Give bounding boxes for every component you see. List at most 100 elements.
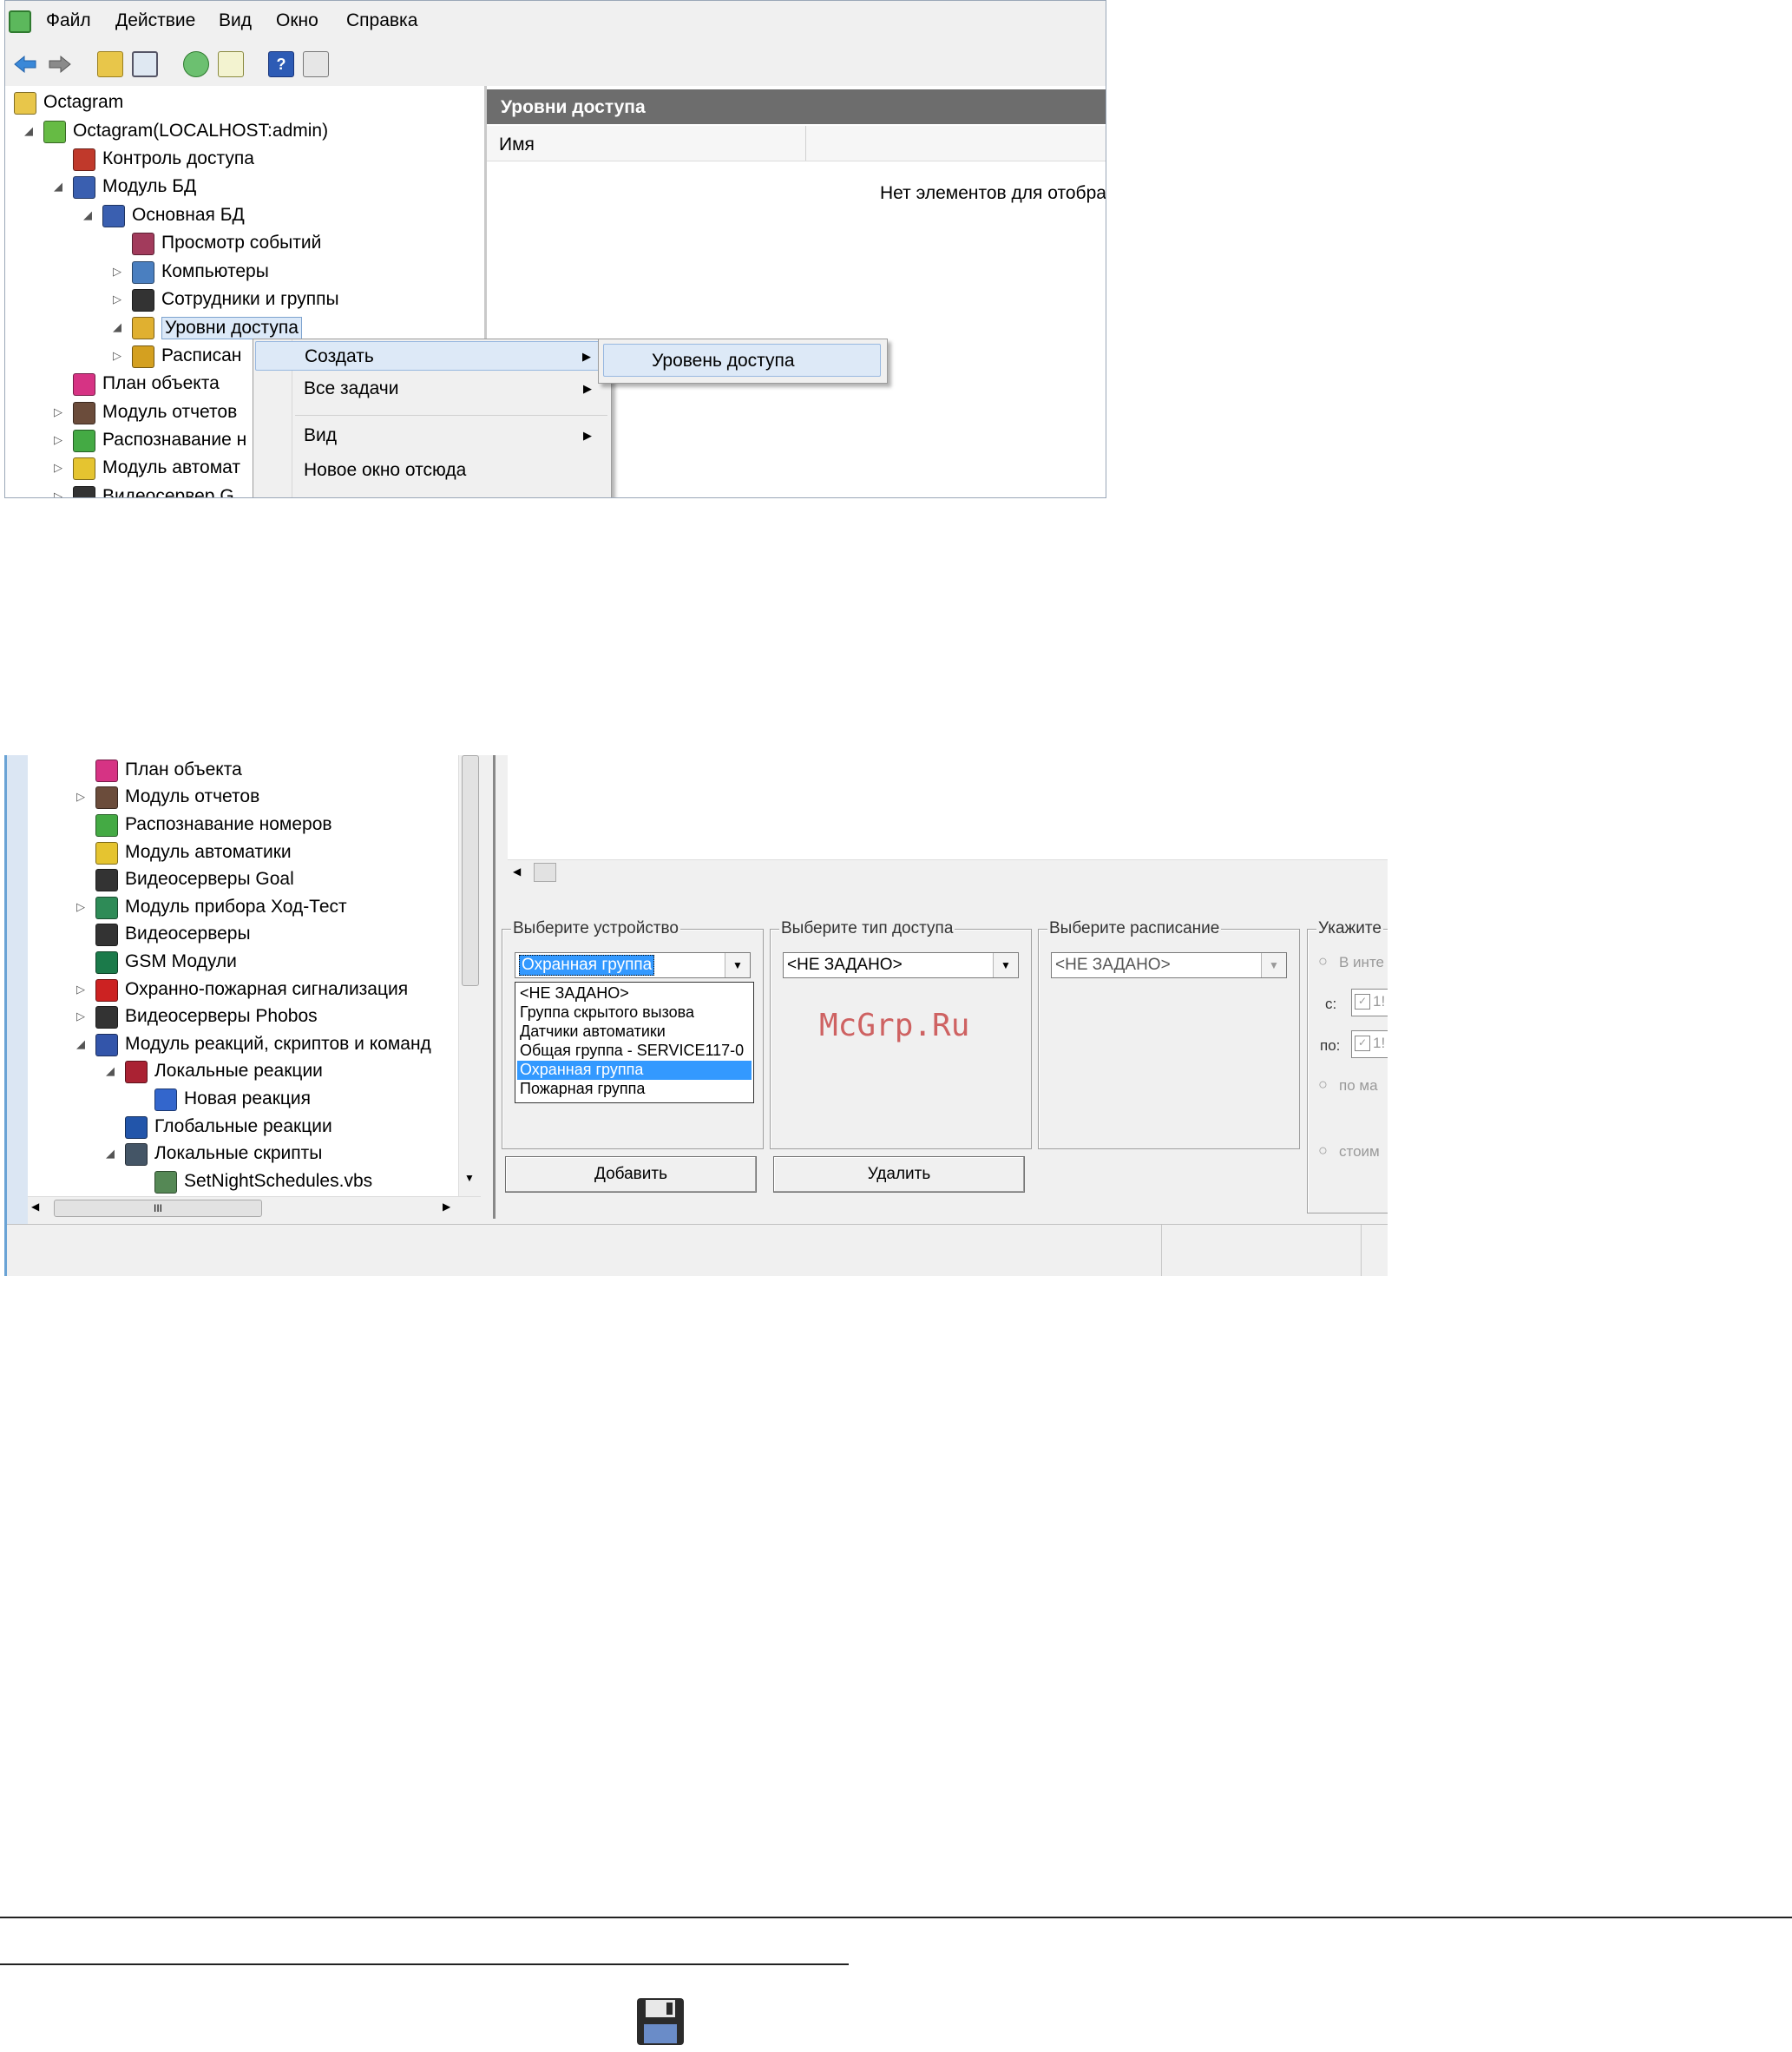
scroll-grip: III <box>153 1202 162 1214</box>
menu-item-new-window[interactable]: Новое окно отсюда <box>255 456 607 485</box>
tree-node[interactable]: Octagram <box>5 89 484 117</box>
add-button[interactable]: Добавить <box>505 1156 757 1193</box>
tree-node-label: План объекта <box>102 373 220 394</box>
tree-node[interactable]: Просмотр событий <box>5 230 484 258</box>
empty-list-message: Нет элементов для отобра <box>880 183 1106 203</box>
expand-arrow-icon[interactable]: ▷ <box>54 461 62 475</box>
tree-node[interactable]: ◢ Локальные скрипты <box>28 1141 479 1168</box>
tree-node[interactable]: ▷ Видеосерверы Phobos <box>28 1003 479 1031</box>
tree-node[interactable]: ◢ Основная БД <box>5 202 484 230</box>
column-divider[interactable] <box>805 126 806 161</box>
tree-node[interactable]: Новая реакция <box>28 1086 479 1114</box>
expand-arrow-icon[interactable]: ▷ <box>113 265 121 279</box>
expand-arrow-icon[interactable]: ▷ <box>76 790 85 804</box>
expand-arrow-icon[interactable]: ▷ <box>113 293 121 306</box>
list-scroll-thumb[interactable] <box>534 863 556 882</box>
tree-node[interactable]: Модуль автоматики <box>28 839 479 867</box>
column-header[interactable]: Имя <box>487 126 1106 161</box>
device-option[interactable]: Группа скрытого вызова <box>517 1003 752 1023</box>
dropdown-arrow-icon[interactable]: ▼ <box>1261 953 1286 977</box>
delete-button[interactable]: Удалить <box>773 1156 1025 1193</box>
menu-file[interactable]: Файл <box>46 10 91 31</box>
menu-window[interactable]: Окно <box>276 10 318 31</box>
collapse-arrow-icon[interactable]: ◢ <box>54 180 62 194</box>
device-option[interactable]: Пожарная группа <box>517 1080 752 1099</box>
tree-node[interactable]: План объекта <box>28 757 479 785</box>
collapse-arrow-icon[interactable]: ◢ <box>106 1147 115 1161</box>
menu-action[interactable]: Действие <box>115 10 195 31</box>
tree-node[interactable]: ◢ Модуль реакций, скриптов и команд <box>28 1031 479 1059</box>
tree-node[interactable]: ▷ Охранно-пожарная сигнализация <box>28 977 479 1004</box>
from-date-checkbox[interactable]: ✓ <box>1355 994 1370 1010</box>
device-option-selected[interactable]: Охранная группа <box>517 1061 752 1080</box>
radio-max-button[interactable]: ○ <box>1318 1075 1328 1094</box>
collapse-arrow-icon[interactable]: ◢ <box>24 124 33 138</box>
dropdown-arrow-icon[interactable]: ▼ <box>993 953 1018 977</box>
tree-node[interactable]: ◢ Octagram(LOCALHOST:admin) <box>5 117 484 145</box>
tree-node[interactable]: SetNightSchedules.vbs <box>28 1168 479 1196</box>
device-combobox[interactable]: Охранная группа ▼ <box>515 952 751 978</box>
device-option[interactable]: Датчики автоматики <box>517 1023 752 1042</box>
expand-arrow-icon[interactable]: ▷ <box>54 433 62 447</box>
collapse-arrow-icon[interactable]: ◢ <box>83 208 92 222</box>
back-arrow-icon[interactable] <box>12 51 38 77</box>
export-list-icon[interactable] <box>218 51 244 77</box>
submenu-item-access-level[interactable]: Уровень доступа <box>603 344 881 377</box>
to-date-field[interactable]: ✓ 1! <box>1351 1030 1388 1058</box>
expand-arrow-icon[interactable]: ▷ <box>76 1010 85 1023</box>
scroll-left-arrow-icon[interactable]: ◀ <box>31 1200 39 1213</box>
vertical-scroll-thumb[interactable] <box>462 755 479 986</box>
menu-view[interactable]: Вид <box>219 10 252 31</box>
tree-node[interactable]: ▷ Модуль прибора Ход-Тест <box>28 894 479 922</box>
tree-node[interactable]: Контроль доступа <box>5 146 484 174</box>
app-gear-icon[interactable] <box>9 10 31 33</box>
radio-interval-button[interactable]: ○ <box>1318 952 1328 970</box>
to-date-checkbox[interactable]: ✓ <box>1355 1036 1370 1051</box>
collapse-arrow-icon[interactable]: ◢ <box>113 320 121 334</box>
radio-cost-button[interactable]: ○ <box>1318 1141 1328 1160</box>
tree-vertical-scrollbar[interactable]: ▼ <box>458 755 482 1196</box>
collapse-arrow-icon[interactable]: ◢ <box>106 1064 115 1078</box>
dropdown-arrow-icon[interactable]: ▼ <box>725 953 750 977</box>
device-option[interactable]: Общая группа - SERVICE117-0 <box>517 1042 752 1061</box>
help-icon[interactable]: ? <box>268 51 294 77</box>
scroll-down-arrow-icon[interactable]: ▼ <box>464 1172 475 1184</box>
expand-arrow-icon[interactable]: ▷ <box>76 900 85 914</box>
show-tree-icon[interactable] <box>132 51 158 77</box>
plate-recognition-icon <box>95 813 118 837</box>
menu-help[interactable]: Справка <box>346 10 417 31</box>
expand-arrow-icon[interactable]: ▷ <box>54 490 62 497</box>
collapse-arrow-icon[interactable]: ◢ <box>76 1037 85 1051</box>
tree-node[interactable]: Видеосерверы Goal <box>28 866 479 894</box>
tree-node[interactable]: ◢ Модуль БД <box>5 174 484 201</box>
tree-node[interactable]: Глобальные реакции <box>28 1114 479 1141</box>
forward-arrow-icon[interactable] <box>47 51 73 77</box>
access-type-combobox[interactable]: <НЕ ЗАДАНО> ▼ <box>783 952 1019 978</box>
rules-list[interactable]: ◀ <box>508 755 1388 885</box>
tree-node[interactable]: ▷ Модуль отчетов <box>28 785 479 812</box>
camera-icon <box>73 485 95 497</box>
up-folder-icon[interactable] <box>97 51 123 77</box>
refresh-icon[interactable] <box>183 51 209 77</box>
menu-item-view[interactable]: Вид ▶ <box>255 421 607 451</box>
horizontal-scroll-thumb[interactable]: III <box>54 1200 262 1217</box>
tree-node[interactable]: ◢ Локальные реакции <box>28 1059 479 1087</box>
schedule-combobox[interactable]: <НЕ ЗАДАНО> ▼ <box>1051 952 1287 978</box>
tree-node[interactable]: Распознавание номеров <box>28 812 479 839</box>
tree-node[interactable]: ▷ Сотрудники и группы <box>5 286 484 314</box>
list-horizontal-scrollbar[interactable]: ◀ <box>508 859 1388 885</box>
properties-pane-icon[interactable] <box>303 51 329 77</box>
tree-node[interactable]: GSM Модули <box>28 949 479 977</box>
from-date-field[interactable]: ✓ 1! <box>1351 989 1388 1016</box>
expand-arrow-icon[interactable]: ▷ <box>76 983 85 996</box>
menu-item-create[interactable]: Создать ▶ <box>255 341 607 371</box>
tree-node[interactable]: Видеосерверы <box>28 922 479 950</box>
tree-node[interactable]: ▷ Компьютеры <box>5 258 484 286</box>
scroll-left-arrow-icon[interactable]: ◀ <box>513 865 521 878</box>
tree-horizontal-scrollbar[interactable]: ◀ III ▶ <box>28 1196 481 1220</box>
scroll-right-arrow-icon[interactable]: ▶ <box>443 1200 450 1213</box>
device-option[interactable]: <НЕ ЗАДАНО> <box>517 984 752 1003</box>
expand-arrow-icon[interactable]: ▷ <box>54 405 62 419</box>
expand-arrow-icon[interactable]: ▷ <box>113 349 121 363</box>
menu-item-all-tasks[interactable]: Все задачи ▶ <box>255 374 607 404</box>
